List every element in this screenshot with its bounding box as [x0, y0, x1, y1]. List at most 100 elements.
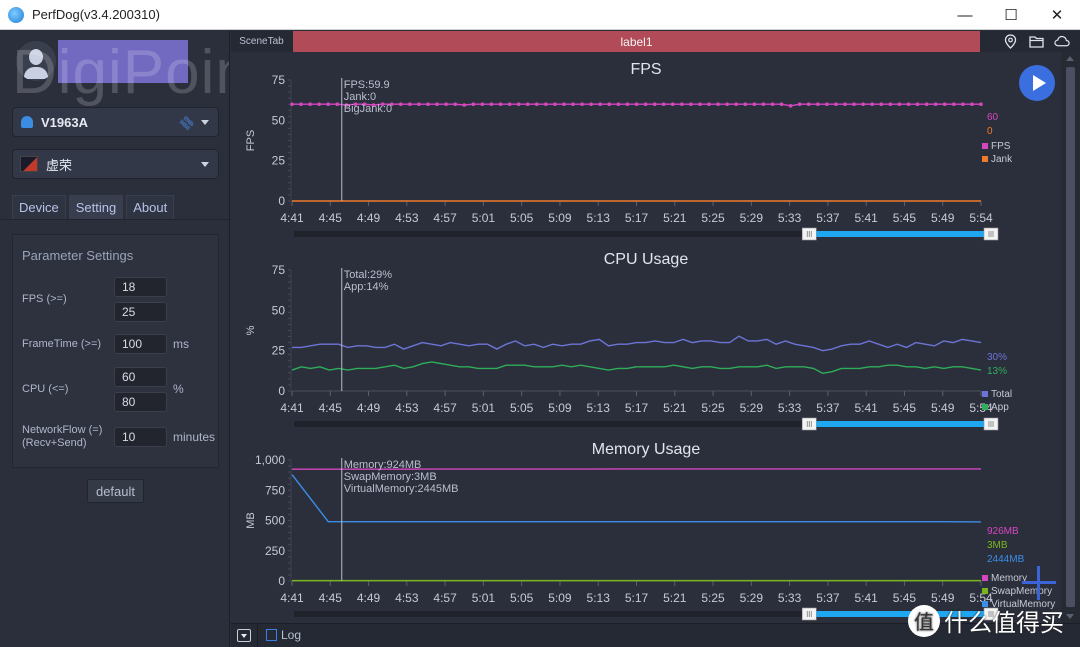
x-tick-label: 5:21 — [663, 401, 687, 415]
data-point — [689, 102, 693, 106]
x-tick-label: 5:54 — [969, 401, 993, 415]
default-button[interactable]: default — [87, 479, 144, 503]
legend-label[interactable]: FPS — [991, 141, 1011, 152]
x-tick-label: 4:41 — [280, 591, 304, 605]
data-point — [879, 102, 884, 106]
cloud-icon[interactable] — [1054, 33, 1070, 49]
data-point — [326, 102, 331, 106]
current-value-virtualmemory: 2444MB — [987, 554, 1025, 565]
user-icon-body — [24, 67, 48, 79]
range-slider-selection[interactable] — [809, 421, 991, 427]
data-point — [290, 102, 294, 106]
chart-title: Memory Usage — [592, 441, 701, 458]
legend-swatch — [982, 575, 988, 581]
scene-bar: SceneTab label1 — [231, 31, 1080, 52]
data-point — [571, 102, 575, 106]
data-point — [716, 102, 720, 106]
scene-tab[interactable]: SceneTab — [231, 31, 292, 52]
folder-icon[interactable] — [1028, 33, 1044, 49]
vertical-scrollbar[interactable] — [1061, 52, 1080, 623]
x-tick-label: 5:33 — [778, 401, 802, 415]
start-test-button[interactable] — [1019, 65, 1055, 101]
x-tick-label: 4:49 — [357, 591, 381, 605]
data-point — [408, 102, 412, 106]
data-point — [462, 103, 467, 107]
legend-label[interactable]: Jank — [991, 154, 1013, 165]
x-tick-label: 5:09 — [548, 401, 572, 415]
cpu-threshold-1-input[interactable]: 60 — [114, 367, 167, 387]
data-point — [770, 102, 775, 106]
chevron-down-icon — [201, 161, 209, 167]
y-tick-label: 50 — [272, 303, 286, 317]
maximize-button[interactable]: ☐ — [988, 0, 1034, 30]
avatar[interactable] — [16, 41, 56, 81]
data-point — [553, 102, 557, 106]
sidebar: DigiPoint V1963A ⛓ 虚荣 Device Setting Abo… — [0, 31, 230, 647]
scroll-down-arrow-icon[interactable] — [1066, 614, 1074, 619]
close-button[interactable]: ✕ — [1034, 0, 1080, 30]
data-point — [806, 102, 811, 106]
expand-panel-button[interactable] — [237, 629, 251, 642]
x-tick-label: 5:49 — [931, 211, 955, 225]
add-chart-button[interactable] — [1022, 566, 1056, 600]
current-value-jank: 0 — [987, 126, 993, 137]
x-tick-label: 5:29 — [740, 401, 764, 415]
data-point — [308, 102, 312, 106]
series-line-total — [292, 335, 982, 352]
cursor-tooltip-line: SwapMemory:3MB — [344, 471, 437, 483]
legend-label[interactable]: App — [991, 402, 1009, 413]
x-tick-label: 4:57 — [433, 211, 457, 225]
app-select[interactable]: 虚荣 — [12, 149, 219, 179]
device-select[interactable]: V1963A ⛓ — [12, 107, 219, 137]
data-point — [761, 102, 766, 106]
cursor-tooltip-line: Total:29% — [344, 269, 393, 281]
link-icon[interactable]: ⛓ — [177, 113, 198, 134]
brand-logo-icon: 值 — [908, 604, 940, 637]
x-tick-label: 5:37 — [816, 401, 840, 415]
data-point — [834, 102, 838, 106]
fps-chart[interactable]: FPS FPS 0 25 50 75 4:41 4:45 4:49 4:53 4:57 5:01 5:0… — [231, 52, 1061, 242]
legend-swatch — [982, 588, 988, 594]
window-title: PerfDog(v3.4.200310) — [32, 7, 160, 22]
range-slider-selection[interactable] — [809, 231, 991, 237]
x-tick-label: 5:37 — [816, 211, 840, 225]
data-point — [752, 102, 757, 106]
location-pin-icon[interactable] — [1002, 33, 1018, 49]
x-tick-label: 5:45 — [893, 401, 917, 415]
x-tick-label: 5:21 — [663, 591, 687, 605]
legend-label[interactable]: Total — [991, 389, 1012, 400]
fps-threshold-2-input[interactable]: 25 — [114, 302, 167, 322]
scroll-up-arrow-icon[interactable] — [1066, 56, 1074, 61]
data-point — [525, 102, 530, 106]
data-point — [480, 102, 485, 106]
cpu-usage-chart[interactable]: CPU Usage% 0 25 50 75 4:41 4:45 4:49 4:53 4:57 5:0… — [231, 242, 1061, 432]
current-value-memory: 926MB — [987, 526, 1019, 537]
tab-about[interactable]: About — [126, 195, 175, 219]
networkflow-input[interactable]: 10 — [114, 427, 167, 447]
cpu-threshold-2-input[interactable]: 80 — [114, 392, 167, 412]
minimize-button[interactable]: — — [942, 0, 988, 30]
x-tick-label: 4:49 — [357, 401, 381, 415]
data-point — [897, 102, 902, 106]
frametime-input[interactable]: 100 — [114, 334, 167, 354]
tab-setting[interactable]: Setting — [68, 195, 124, 219]
x-tick-label: 5:05 — [510, 591, 534, 605]
fps-label: FPS (>=) — [22, 293, 67, 305]
scrollbar-thumb[interactable] — [1066, 67, 1075, 607]
label-bar[interactable]: label1 — [293, 31, 980, 52]
y-tick-label: 50 — [272, 113, 286, 127]
x-tick-label: 5:01 — [472, 591, 496, 605]
tab-device[interactable]: Device — [12, 195, 66, 219]
data-point — [562, 102, 566, 106]
cpu-unit: % — [173, 382, 184, 396]
data-point — [398, 102, 403, 106]
x-tick-label: 4:45 — [319, 591, 343, 605]
memory-usage-chart[interactable]: Memory Usage MB 0 250 500 750 1,000 4:41 4:45 4:4… — [231, 432, 1061, 623]
legend-swatch — [982, 391, 988, 397]
divider — [257, 624, 258, 647]
x-tick-label: 4:45 — [319, 401, 343, 415]
brand-text: 什么值得买 — [944, 609, 1064, 637]
fps-threshold-1-input[interactable]: 18 — [114, 277, 167, 297]
x-tick-label: 5:13 — [587, 591, 611, 605]
log-checkbox[interactable] — [266, 629, 277, 641]
